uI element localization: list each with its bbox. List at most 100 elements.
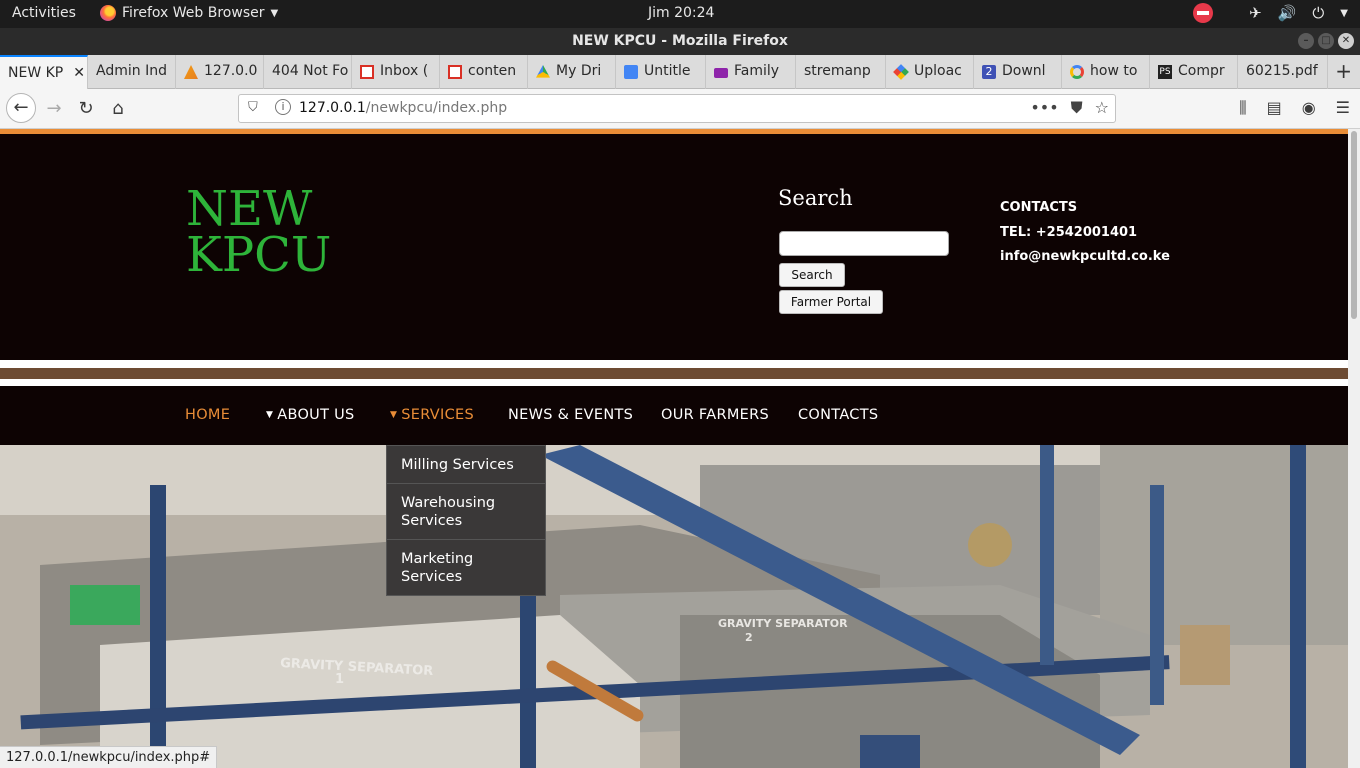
tab-label: how to xyxy=(1090,63,1138,79)
url-text[interactable]: 127.0.0.1/newkpcu/index.php xyxy=(299,100,507,116)
pocket-icon[interactable]: ⛊ xyxy=(1071,98,1083,118)
chevron-down-icon: ▼ xyxy=(270,7,279,19)
airplane-mode-icon[interactable]: ✈ xyxy=(1249,4,1262,22)
window-title-bar: NEW KPCU - Mozilla Firefox – □ ✕ xyxy=(0,28,1360,55)
new-tab-button[interactable]: + xyxy=(1335,59,1352,83)
tab-new-kpcu[interactable]: NEW KP ✕ xyxy=(0,55,88,89)
drive-icon xyxy=(536,65,550,78)
menu-contacts[interactable]: CONTACTS xyxy=(798,407,878,423)
app-menu[interactable]: Firefox Web Browser ▼ xyxy=(100,5,278,21)
folder-icon xyxy=(714,68,728,78)
divider xyxy=(0,360,1348,368)
menu-services[interactable]: ▼ SERVICES xyxy=(390,407,474,423)
hero-label-gravity-separator-2: GRAVITY SEPARATOR xyxy=(718,617,848,630)
services-dropdown-menu: Milling Services Warehousing Services Ma… xyxy=(386,445,546,596)
tab-stremanp[interactable]: stremanp xyxy=(796,55,886,89)
url-bar[interactable]: ⛉ i 127.0.0.1/newkpcu/index.php ••• ⛊ ☆ xyxy=(238,94,1116,123)
close-window-button[interactable]: ✕ xyxy=(1338,33,1354,49)
tab-untitled[interactable]: Untitle xyxy=(616,55,706,89)
tab-inbox[interactable]: Inbox ( xyxy=(352,55,440,89)
docs-icon xyxy=(624,65,638,79)
upload-icon xyxy=(893,64,909,80)
tab-family[interactable]: Family xyxy=(706,55,796,89)
activities-button[interactable]: Activities xyxy=(12,5,76,21)
clock[interactable]: Jim 20:24 xyxy=(648,5,714,21)
hero-image: GRAVITY SEPARATOR 1 GRAVITY SEPARATOR 2 xyxy=(0,445,1348,768)
page-scrollbar[interactable] xyxy=(1348,129,1360,768)
tab-drive[interactable]: My Dri xyxy=(528,55,616,89)
menu-about-us-label: ABOUT US xyxy=(277,407,355,423)
system-tray[interactable]: ✈ 🔊 ⏻ ▼ xyxy=(1193,3,1348,23)
url-path: /newkpcu/index.php xyxy=(365,100,508,116)
tab-how-to[interactable]: how to xyxy=(1062,55,1150,89)
caret-down-icon: ▼ xyxy=(266,410,274,420)
firefox-icon xyxy=(100,5,116,21)
menu-services-label: SERVICES xyxy=(401,407,474,423)
tab-label: Inbox ( xyxy=(380,63,429,79)
tab-label: conten xyxy=(468,63,517,79)
bookmark-star-icon[interactable]: ☆ xyxy=(1095,98,1109,118)
tab-content[interactable]: conten xyxy=(440,55,528,89)
url-host: 127.0.0.1 xyxy=(299,100,366,116)
tab-label: 127.0.0 xyxy=(204,63,258,79)
shield-icon[interactable]: ⛉ xyxy=(248,100,258,115)
tab-label: My Dri xyxy=(556,63,602,79)
reload-button[interactable]: ↻ xyxy=(72,95,100,123)
site-logo[interactable]: NEW KPCU xyxy=(186,185,332,283)
library-icon[interactable]: ⫼ xyxy=(1239,98,1246,118)
dropdown-item-marketing-services[interactable]: Marketing Services xyxy=(387,540,545,595)
menu-about-us[interactable]: ▼ ABOUT US xyxy=(266,407,355,423)
ps-icon: PS xyxy=(1158,65,1172,79)
search-input[interactable] xyxy=(779,231,949,256)
tab-label: Admin Ind xyxy=(96,63,167,79)
farmer-portal-button[interactable]: Farmer Portal xyxy=(779,290,883,314)
logo-line-2: KPCU xyxy=(186,227,332,283)
minimize-button[interactable]: – xyxy=(1298,33,1314,49)
scrollbar-thumb[interactable] xyxy=(1351,131,1357,319)
contacts-heading: CONTACTS xyxy=(1000,200,1078,215)
tab-pdf[interactable]: 60215.pdf xyxy=(1238,55,1328,89)
chevron-down-icon[interactable]: ▼ xyxy=(1340,8,1348,19)
power-icon[interactable]: ⏻ xyxy=(1312,4,1324,22)
tab-label: Uploac xyxy=(914,63,962,79)
contacts-telephone: TEL: +2542001401 xyxy=(1000,224,1138,240)
sidebar-icon[interactable]: ▤ xyxy=(1267,98,1282,118)
close-tab-icon[interactable]: ✕ xyxy=(73,65,85,89)
caret-down-icon: ▼ xyxy=(390,410,398,420)
forward-button[interactable]: → xyxy=(40,95,68,123)
tab-404[interactable]: 404 Not Fo xyxy=(264,55,352,89)
back-button[interactable]: ← xyxy=(6,93,36,123)
dropdown-item-milling-services[interactable]: Milling Services xyxy=(387,446,545,484)
volume-icon[interactable]: 🔊 xyxy=(1278,4,1297,22)
page-actions-icon[interactable]: ••• xyxy=(1030,98,1058,118)
info-icon[interactable]: i xyxy=(275,99,291,115)
tab-label: NEW KP xyxy=(8,65,64,81)
tab-label: Downl xyxy=(1002,63,1046,79)
tab-label: 60215.pdf xyxy=(1246,63,1318,79)
hamburger-menu-icon[interactable]: ☰ xyxy=(1336,98,1350,118)
tab-compress[interactable]: PS Compr xyxy=(1150,55,1238,89)
contacts-email[interactable]: info@newkpcultd.co.ke xyxy=(1000,245,1170,270)
tab-upload[interactable]: Uploac xyxy=(886,55,974,89)
menu-our-farmers[interactable]: OUR FARMERS xyxy=(661,407,769,423)
status-bar-link-preview: 127.0.0.1/newkpcu/index.php# xyxy=(0,746,218,768)
home-button[interactable]: ⌂ xyxy=(104,95,132,123)
tab-admin[interactable]: Admin Ind xyxy=(88,55,176,89)
menu-home[interactable]: HOME xyxy=(185,407,230,423)
site-header: NEW KPCU Search Search Farmer Portal CON… xyxy=(0,134,1348,360)
tab-label: Compr xyxy=(1178,63,1225,79)
search-heading: Search xyxy=(778,186,853,210)
tab-strip: NEW KP ✕ Admin Ind 127.0.0 404 Not Fo In… xyxy=(0,55,1360,89)
search-button[interactable]: Search xyxy=(779,263,845,287)
account-icon[interactable]: ◉ xyxy=(1302,98,1316,118)
update-notifier-icon[interactable] xyxy=(1193,3,1214,23)
dropdown-item-warehousing-services[interactable]: Warehousing Services xyxy=(387,484,545,540)
tab-download[interactable]: 2 Downl xyxy=(974,55,1062,89)
menu-news-events[interactable]: NEWS & EVENTS xyxy=(508,407,633,423)
tab-label: Family xyxy=(734,63,780,79)
app-menu-label: Firefox Web Browser xyxy=(122,5,265,21)
tab-label: Untitle xyxy=(644,63,691,79)
system-top-bar: Activities Firefox Web Browser ▼ Jim 20:… xyxy=(0,0,1360,28)
maximize-button[interactable]: □ xyxy=(1318,33,1334,49)
tab-phpmyadmin[interactable]: 127.0.0 xyxy=(176,55,264,89)
